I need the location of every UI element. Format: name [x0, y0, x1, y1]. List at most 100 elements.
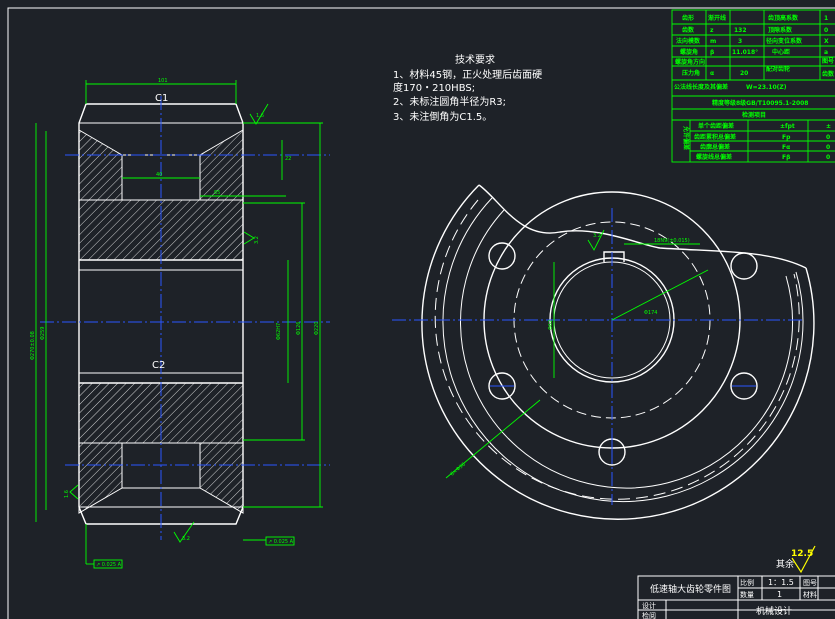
param-z: 132: [734, 27, 747, 34]
dim-inner-c: 22: [285, 156, 291, 162]
param-r5c3: 齿数: [822, 70, 835, 78]
section-cut-curve: [478, 184, 807, 269]
tech-req-line4: 3、未注倒角为C1.5。: [393, 110, 492, 123]
check-r1c0: 齿距累积总偏差: [694, 133, 736, 141]
chamfer-mid-label: C2: [152, 360, 165, 371]
tech-requirements: 技术要求 1、材料45钢，正火处理后齿面硬 度170・210HBS; 2、未标注…: [393, 53, 542, 123]
dim-hole: 6×Φ36: [449, 462, 466, 478]
param-r3c2: 中心距: [772, 48, 790, 56]
dim-top-width: 101: [158, 78, 168, 84]
cad-drawing-canvas: 101 C1 C2 40 85 22 Φ270±0.08 Φ259 Φ62H7 …: [7, 7, 835, 619]
roughness-left: 1.6: [64, 490, 70, 498]
check-r3c0: 螺旋线总偏差: [696, 153, 732, 161]
param-r1c1: z: [710, 27, 714, 34]
roughness-other: 12.5 其余: [776, 545, 816, 574]
drawing-name: 低速轴大齿轮零件图: [650, 583, 731, 595]
check-r1c2: 0: [826, 134, 830, 141]
roughness-other-label: 其余: [776, 558, 794, 570]
dim-bore: Φ62: [548, 320, 554, 330]
check-r3c2: 0: [826, 154, 830, 161]
roughness-top: 1.6: [256, 113, 264, 119]
tolerance-2: ↗ 0.025 A: [96, 562, 122, 568]
lightening-hole-5: [488, 242, 516, 270]
param-r0c1: 渐开线: [708, 14, 726, 22]
tech-req-line1: 1、材料45钢，正火处理后齿面硬: [393, 68, 542, 81]
param-r1c0: 齿数: [682, 26, 695, 34]
param-r1c2: 顶隙系数: [768, 26, 793, 34]
drawing-no-label: 图号: [803, 579, 817, 587]
param-r0c2: 齿顶高系数: [768, 14, 799, 22]
gear-outer-arc: [421, 184, 815, 520]
scale-value: 1：1.5: [768, 578, 794, 587]
rim-hatch-bottom-left: [78, 442, 123, 514]
check-r0c1: ±fpt: [780, 123, 795, 130]
param-allow-label: 允许偏差: [682, 125, 690, 150]
roughness-symbol-left: [69, 484, 79, 500]
design-label: 设计: [642, 601, 656, 610]
param-row7-value: W=23.10(Z): [746, 84, 787, 91]
front-view: 3.2 18N9(±0.015) Φ62 Φ174 6×Φ36: [392, 184, 815, 520]
check-r3c1: Fβ: [782, 154, 791, 161]
param-r0c0: 齿形: [682, 14, 694, 22]
param-r2c3: X: [824, 38, 829, 45]
roughness-symbol-right: [243, 231, 255, 245]
param-r4c2: 配对齿轮: [766, 65, 790, 73]
dim-right-1: Φ62H7: [276, 323, 282, 340]
roughness-keyway: 3.2: [593, 233, 601, 239]
dim-right-2: Φ126: [296, 322, 302, 335]
param-r4c0: 螺旋角方向: [675, 58, 705, 66]
tech-req-line2: 度170・210HBS;: [393, 81, 475, 94]
check-r2c0: 齿廓总偏差: [700, 143, 730, 151]
tolerance-1: ↗ 0.025 A: [268, 539, 294, 545]
param-alpha: 20: [740, 70, 748, 77]
qty-label: 数量: [740, 590, 754, 599]
rim-hatch-top-right: [199, 129, 244, 201]
param-r3c1: β: [710, 49, 715, 56]
qty-value: 1: [777, 590, 782, 599]
tech-req-title: 技术要求: [455, 53, 495, 66]
param-r2c1: m: [710, 38, 716, 45]
param-r3c3: a: [824, 49, 828, 56]
lightening-hole-4: [730, 252, 758, 280]
material-label: 材料: [803, 590, 817, 599]
course-name: 机械设计: [756, 605, 792, 617]
check-r2c1: Fα: [782, 144, 790, 151]
check-r0c0: 单个齿距偏差: [698, 122, 734, 130]
title-block: 低速轴大齿轮零件图 比例 1：1.5 图号 数量 1 材料 设计 检阅 机械设计: [637, 575, 835, 619]
check-r1c1: Fp: [782, 134, 791, 141]
dim-left-outer: Φ270±0.08: [30, 331, 36, 360]
dim-inner-a: 40: [156, 172, 162, 178]
param-r2c0: 法向模数: [676, 37, 701, 45]
roughness-right: 3.2: [254, 236, 260, 244]
tech-req-line3: 2、未标注圆角半径为R3;: [393, 95, 506, 108]
param-check-title: 检测项目: [742, 111, 766, 119]
param-r4c3: 图号: [822, 57, 834, 65]
param-r2c2: 径向变位系数: [766, 37, 803, 45]
check-r0c2: ±: [826, 123, 831, 130]
section-view: 101 C1 C2 40 85 22 Φ270±0.08 Φ259 Φ62H7 …: [30, 78, 330, 569]
dim-inner-b: 85: [214, 190, 220, 196]
roughness-other-value: 12.5: [791, 549, 813, 559]
param-accuracy: 精度等级8级GB/T10095.1-2008: [712, 99, 808, 107]
param-row7: 公法线长度及其偏差: [674, 83, 728, 91]
param-table: 齿形 渐开线 齿顶高系数 1 齿数 z 132 顶隙系数 0 法向模数 m 3 …: [671, 9, 835, 163]
dim-radius: Φ174: [644, 310, 657, 316]
param-r3c0: 螺旋角: [680, 48, 698, 56]
param-beta: 11.018°: [732, 49, 758, 56]
roughness-bottom: 3.2: [182, 536, 190, 542]
param-r0c3: 1: [824, 15, 828, 22]
rim-hatch-bottom-right: [199, 442, 244, 514]
keyway-dim: 18N9(±0.015): [654, 238, 690, 244]
chamfer-top-label: C1: [155, 93, 168, 104]
scale-label: 比例: [740, 578, 754, 587]
param-r1c3: 0: [824, 27, 828, 34]
radius-dim-line: [611, 269, 709, 321]
param-m: 3: [738, 38, 742, 45]
param-r5c1: α: [710, 70, 714, 77]
param-r5c0: 压力角: [682, 69, 700, 77]
dim-right-3: Φ220: [314, 322, 320, 335]
dim-left-inner: Φ259: [40, 327, 46, 340]
check-r2c2: 0: [826, 144, 830, 151]
gear-rim-arc: [460, 209, 793, 489]
keyway: [603, 251, 625, 262]
